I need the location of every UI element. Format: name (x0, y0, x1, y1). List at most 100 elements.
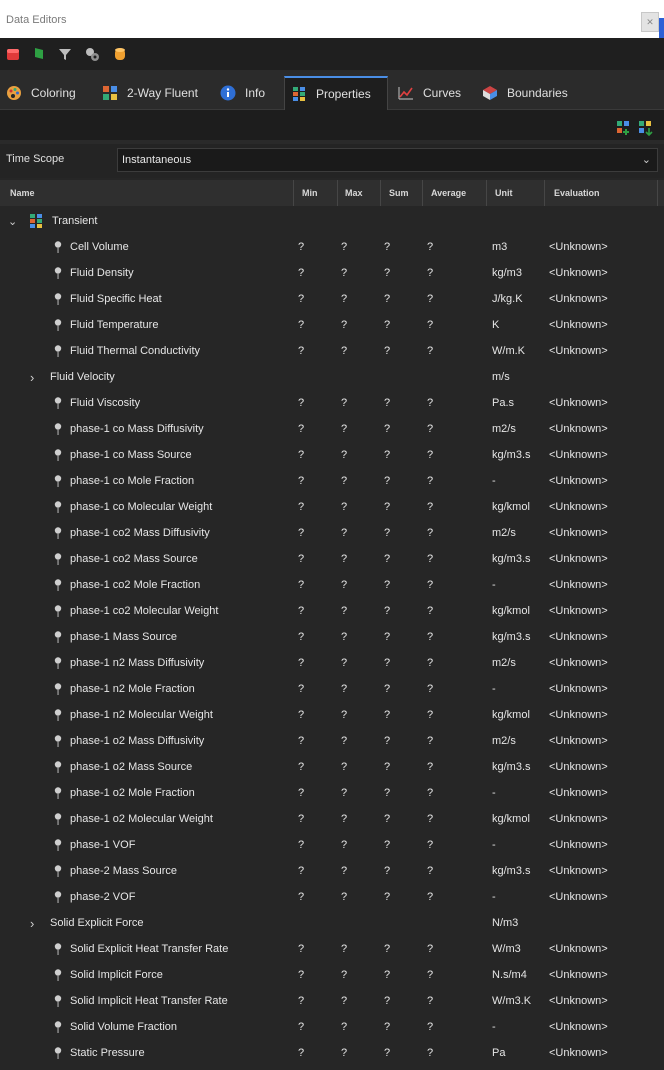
chevron-down-icon[interactable]: ⌄ (8, 215, 22, 228)
property-row[interactable]: phase-1 n2 Mass Diffusivity???? m2/s <Unkn… (0, 650, 664, 676)
property-name-cell: phase-1 co2 Mole Fraction (52, 572, 200, 598)
time-scope-select[interactable]: Instantaneous ⌄ (117, 148, 658, 172)
property-row[interactable]: phase-1 Mass Source???? kg/m3.s <Unknown> (0, 624, 664, 650)
sort-properties-icon[interactable] (638, 120, 654, 137)
tab-label: Boundaries (507, 86, 568, 100)
property-name: phase-1 VOF (70, 839, 136, 851)
cell-average: ? (427, 1021, 434, 1033)
cell-max: ? (341, 787, 348, 799)
property-row[interactable]: phase-1 n2 Mole Fraction???? - <Unknown> (0, 676, 664, 702)
column-header-evaluation[interactable]: Evaluation (548, 180, 658, 206)
property-row[interactable]: phase-1 o2 Mass Source???? kg/m3.s <Unknow… (0, 754, 664, 780)
property-row[interactable]: phase-1 co Mass Source???? kg/m3.s <Unknow… (0, 442, 664, 468)
red-cube-icon[interactable] (5, 46, 21, 62)
property-row[interactable]: phase-1 co Mass Diffusivity???? m2/s <Unkn… (0, 416, 664, 442)
property-name: phase-1 Mass Source (70, 631, 177, 643)
properties-icon (291, 86, 307, 102)
cell-unit: N.s/m4 (492, 969, 527, 981)
property-row[interactable]: phase-1 co2 Mass Source???? kg/m3.s <Unkno… (0, 546, 664, 572)
cell-average: ? (427, 683, 434, 695)
cell-unit: - (492, 683, 496, 695)
filter-icon[interactable] (57, 46, 73, 62)
chevron-right-icon[interactable]: › (30, 916, 50, 931)
cell-evaluation: <Unknown> (549, 267, 608, 279)
property-name: Fluid Velocity (50, 371, 115, 383)
property-row[interactable]: Cell Volume???? m3 <Unknown> (0, 234, 664, 260)
cell-average: ? (427, 527, 434, 539)
property-name-cell: Static Pressure (52, 1040, 145, 1066)
cell-min: ? (298, 657, 305, 669)
cell-unit: kg/m3.s (492, 553, 531, 565)
tab-label: Curves (423, 86, 462, 100)
grid-header: Name Min Max Sum Average Unit Evaluation (0, 180, 664, 206)
chevron-right-icon[interactable]: › (30, 370, 50, 385)
properties-icon (28, 213, 44, 229)
green-flag-icon[interactable] (31, 46, 47, 62)
column-header-unit[interactable]: Unit (489, 180, 545, 206)
cell-average: ? (427, 423, 434, 435)
property-row[interactable]: Solid Implicit Force???? N.s/m4 <Unknown> (0, 962, 664, 988)
property-row[interactable]: phase-1 o2 Mass Diffusivity???? m2/s <Unkn… (0, 728, 664, 754)
property-name-cell: Solid Explicit Heat Transfer Rate (52, 936, 228, 962)
time-scope-value: Instantaneous (122, 154, 192, 166)
tab-coloring[interactable]: Coloring (0, 76, 90, 110)
property-row[interactable]: phase-1 co Mole Fraction???? - <Unknown> (0, 468, 664, 494)
cell-unit: J/kg.K (492, 293, 523, 305)
property-row[interactable]: phase-1 n2 Molecular Weight???? kg/kmol <U… (0, 702, 664, 728)
property-row[interactable]: Fluid Viscosity???? Pa.s <Unknown> (0, 390, 664, 416)
tab-2-way-fluent[interactable]: 2-Way Fluent (96, 76, 208, 110)
cell-average: ? (427, 605, 434, 617)
cell-unit: m/s (492, 371, 510, 383)
property-row[interactable]: Fluid Temperature???? K <Unknown> (0, 312, 664, 338)
tab-boundaries[interactable]: Boundaries (476, 76, 586, 110)
property-row[interactable]: phase-1 o2 Molecular Weight???? kg/kmol <U… (0, 806, 664, 832)
tab-properties[interactable]: Properties (284, 76, 388, 110)
property-row[interactable]: › Fluid Velocity m/s (0, 364, 664, 390)
cell-min: ? (298, 709, 305, 721)
cell-average: ? (427, 397, 434, 409)
cell-min: ? (298, 397, 305, 409)
property-row[interactable]: phase-1 co2 Mole Fraction???? - <Unknown> (0, 572, 664, 598)
cell-unit: - (492, 787, 496, 799)
column-header-average[interactable]: Average (425, 180, 487, 206)
property-row[interactable]: phase-1 co2 Molecular Weight???? kg/kmol <… (0, 598, 664, 624)
close-icon[interactable]: ✕ (641, 12, 659, 32)
property-name-cell: phase-1 VOF (52, 832, 135, 858)
cell-unit: N/m3 (492, 917, 519, 929)
property-name: Fluid Viscosity (70, 397, 141, 409)
cell-unit: kg/kmol (492, 501, 530, 513)
add-property-icon[interactable] (616, 120, 632, 136)
property-row[interactable]: Static Pressure???? Pa <Unknown> (0, 1040, 664, 1066)
property-row[interactable]: phase-1 co Molecular Weight???? kg/kmol <U… (0, 494, 664, 520)
cell-max: ? (341, 865, 348, 877)
pin-icon (52, 448, 66, 462)
tab-label: Coloring (31, 86, 76, 100)
pin-icon (52, 682, 66, 696)
column-header-max[interactable]: Max (339, 180, 381, 206)
orange-cylinder-icon[interactable] (112, 46, 128, 62)
tab-curves[interactable]: Curves (392, 76, 468, 110)
cell-sum: ? (384, 553, 391, 565)
property-row[interactable]: phase-2 VOF???? - <Unknown> (0, 884, 664, 910)
tab-info[interactable]: Info (214, 76, 278, 110)
property-row[interactable]: Solid Volume Fraction???? - <Unknown> (0, 1014, 664, 1040)
property-row[interactable]: phase-1 co2 Mass Diffusivity???? m2/s <Unk… (0, 520, 664, 546)
property-row[interactable]: Fluid Thermal Conductivity???? W/m.K <Unkn… (0, 338, 664, 364)
property-row[interactable]: phase-2 Mass Source???? kg/m3.s <Unknown> (0, 858, 664, 884)
property-row[interactable]: Fluid Specific Heat???? J/kg.K <Unknown> (0, 286, 664, 312)
property-row[interactable]: › Solid Explicit Force N/m3 (0, 910, 664, 936)
property-row[interactable]: Solid Explicit Heat Transfer Rate???? W/m… (0, 936, 664, 962)
property-row[interactable]: phase-1 VOF???? - <Unknown> (0, 832, 664, 858)
cell-sum: ? (384, 891, 391, 903)
cell-average: ? (427, 319, 434, 331)
pin-icon (52, 812, 66, 826)
property-row[interactable]: Fluid Density???? kg/m3 <Unknown> (0, 260, 664, 286)
cell-evaluation: <Unknown> (549, 319, 608, 331)
column-header-min[interactable]: Min (296, 180, 338, 206)
group-row-transient[interactable]: ⌄ Transient (0, 208, 664, 234)
column-header-sum[interactable]: Sum (383, 180, 423, 206)
property-row[interactable]: phase-1 o2 Mole Fraction???? - <Unknown> (0, 780, 664, 806)
settings-group-icon[interactable] (84, 46, 100, 62)
property-row[interactable]: Solid Implicit Heat Transfer Rate???? W/m… (0, 988, 664, 1014)
column-header-name[interactable]: Name (4, 180, 294, 206)
